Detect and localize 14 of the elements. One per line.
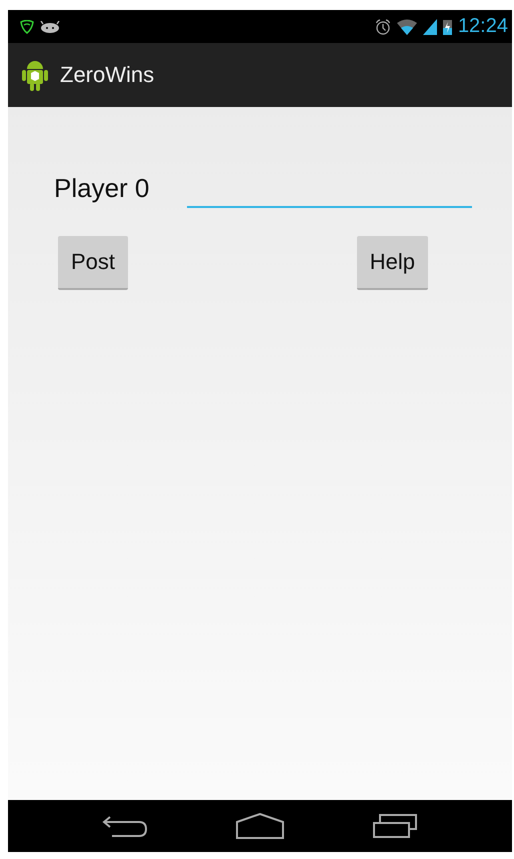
alarm-clock-icon [374, 18, 391, 34]
wifi-icon [396, 18, 417, 34]
clock-time: 12:24 [458, 15, 508, 38]
battery-icon [442, 18, 452, 34]
post-button[interactable]: Post [58, 236, 128, 290]
shield-icon [20, 20, 34, 34]
signal-icon [422, 18, 437, 34]
app-title: ZeroWins [60, 62, 154, 88]
home-icon[interactable] [234, 813, 285, 839]
player-label: Player 0 [54, 173, 150, 204]
help-button[interactable]: Help [356, 236, 428, 290]
android-robot-icon [22, 58, 48, 92]
robot-icon [40, 20, 60, 32]
recent-apps-icon[interactable] [372, 813, 418, 839]
